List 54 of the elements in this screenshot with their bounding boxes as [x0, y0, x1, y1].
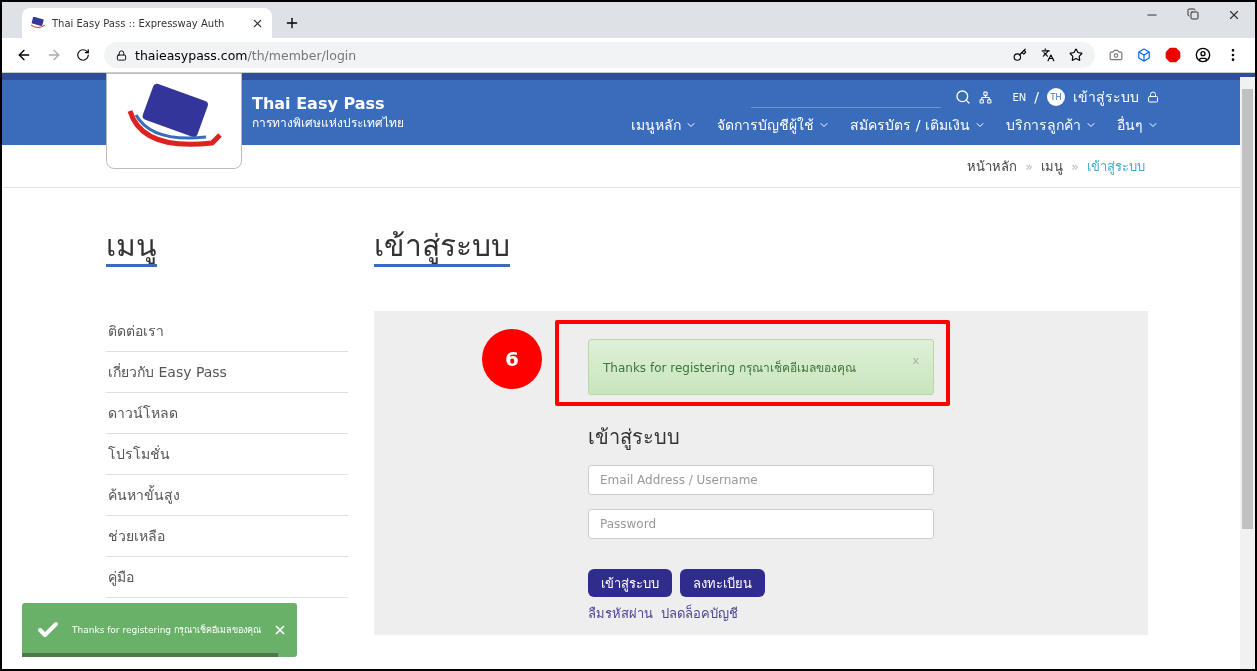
- page-title: เข้าสู่ระบบ: [374, 228, 510, 267]
- nav-menu[interactable]: สมัครบัตร / เติมเงิน: [850, 114, 986, 136]
- nav-menu[interactable]: บริการลูกค้า: [1006, 114, 1097, 136]
- breadcrumb-separator: »: [1071, 158, 1079, 174]
- sidebar-item[interactable]: ติดต่อเรา: [106, 311, 348, 352]
- sidebar-item[interactable]: เกี่ยวกับ Easy Pass: [106, 352, 348, 393]
- box-icon[interactable]: [1137, 48, 1151, 62]
- toast-message: Thanks for registering กรุณาเช็คอีเมลของคุณ: [72, 623, 261, 637]
- alert-message: Thanks for registering กรุณาเช็คอีเมลของคุณ: [603, 359, 856, 377]
- brand-subtitle: การทางพิเศษแห่งประเทศไทย: [252, 115, 404, 132]
- form-button[interactable]: เข้าสู่ระบบ: [588, 569, 672, 597]
- card-logo-icon: [30, 17, 46, 29]
- profile-icon[interactable]: [1195, 47, 1211, 63]
- separator-text: /: [1034, 89, 1039, 105]
- language-badge[interactable]: TH: [1047, 88, 1065, 106]
- key-icon[interactable]: [1013, 48, 1027, 62]
- address-field[interactable]: thaieasypass.com/th/member/login: [104, 42, 1095, 68]
- breadcrumb-link[interactable]: หน้าหลัก: [967, 155, 1018, 177]
- sidebar-item[interactable]: โปรโมชั่น: [106, 434, 348, 475]
- restore-icon[interactable]: [1187, 8, 1199, 20]
- lock-icon: [1147, 91, 1159, 103]
- browser-tab[interactable]: Thai Easy Pass :: Expressway Auth: [22, 8, 272, 38]
- camera-icon[interactable]: [1109, 48, 1123, 62]
- search-icon[interactable]: [955, 89, 972, 105]
- input-field[interactable]: Password: [588, 509, 934, 539]
- close-icon[interactable]: [1227, 8, 1241, 22]
- brand-name: Thai Easy Pass: [252, 94, 386, 113]
- breadcrumb-link[interactable]: เมนู: [1041, 155, 1064, 177]
- text-link[interactable]: ปลดล็อคบัญชี: [661, 603, 738, 624]
- sitemap-icon[interactable]: [979, 90, 993, 104]
- stop-sign-icon[interactable]: [1165, 47, 1181, 63]
- sidebar-item[interactable]: ค้นหาขั้นสูง: [106, 475, 348, 516]
- step-marker: 6: [482, 329, 542, 389]
- menu-heading: เมนู: [106, 228, 157, 267]
- reload-icon[interactable]: [76, 48, 90, 62]
- sidebar-item[interactable]: ดาวน์โหลด: [106, 393, 348, 434]
- form-button[interactable]: ลงทะเบียน: [680, 569, 765, 597]
- login-link[interactable]: เข้าสู่ระบบ: [1073, 86, 1139, 108]
- nav-menu[interactable]: จัดการบัญชีผู้ใช้: [717, 114, 831, 136]
- text-link[interactable]: ลืมรหัสผ่าน: [588, 603, 653, 624]
- back-icon[interactable]: [16, 47, 32, 63]
- star-icon[interactable]: [1069, 48, 1083, 62]
- input-field[interactable]: Email Address / Username: [588, 465, 934, 495]
- nav-menu[interactable]: อื่นๆ: [1117, 114, 1159, 136]
- sidebar-item[interactable]: คู่มือ: [106, 557, 348, 598]
- scrollbar-thumb[interactable]: [1242, 89, 1253, 529]
- breadcrumb-separator: »: [1025, 158, 1034, 174]
- form-title: เข้าสู่ระบบ: [588, 424, 681, 452]
- plus-icon[interactable]: [284, 15, 300, 31]
- lock-icon: [116, 49, 127, 61]
- nav-menu[interactable]: เมนูหลัก: [631, 114, 698, 136]
- sidebar-item[interactable]: ช่วยเหลือ: [106, 516, 348, 557]
- language-link[interactable]: EN: [1012, 91, 1027, 103]
- translate-icon[interactable]: [1041, 48, 1055, 62]
